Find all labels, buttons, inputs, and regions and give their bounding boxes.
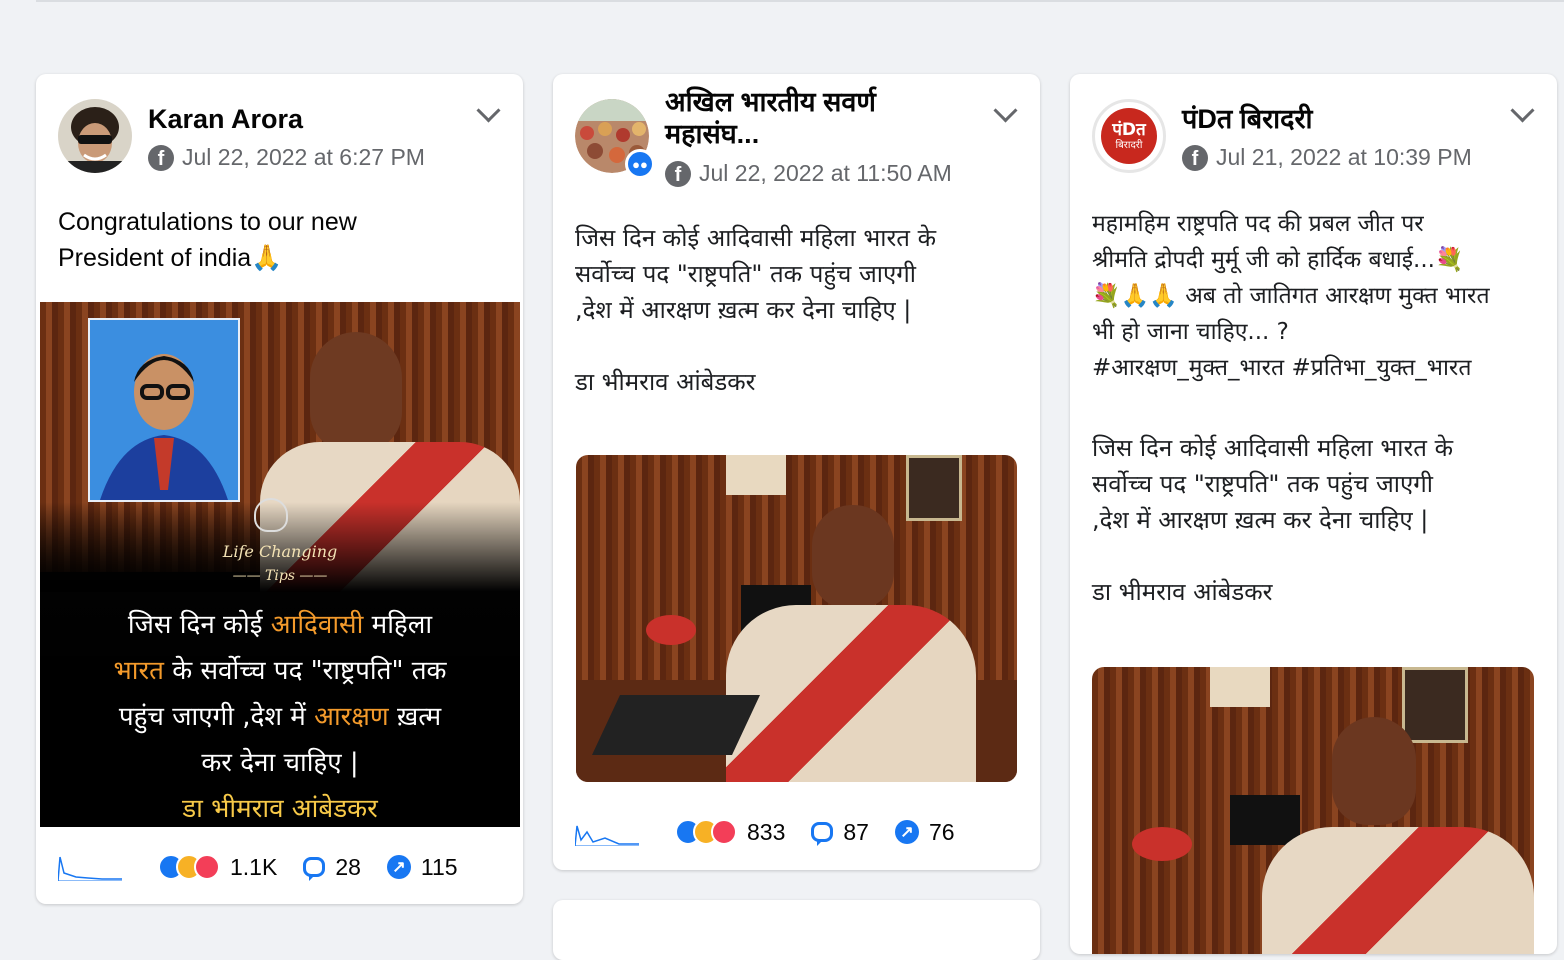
avatar[interactable] [58, 99, 132, 173]
flower-arrangement [1132, 827, 1192, 861]
person-head [812, 505, 894, 609]
post-card-partial [553, 900, 1040, 960]
image-quote: जिस दिन कोई आदिवासी महिला भारत के सर्वोच… [40, 602, 520, 827]
quoted-text: जिस दिन कोई आदिवासी महिला भारत के सर्वोच… [1092, 434, 1454, 606]
comment-icon [303, 857, 326, 881]
brand-line-2: —— Tips —— [232, 568, 328, 584]
love-icon [711, 819, 737, 845]
post-meta: f Jul 22, 2022 at 11:50 AM [665, 160, 952, 187]
author-name[interactable]: पंDत बिरादरी [1182, 102, 1313, 136]
chevron-down-icon[interactable] [1510, 98, 1535, 123]
computer-monitor [1230, 795, 1300, 845]
facebook-icon: f [148, 144, 174, 171]
post-text: महामहिम राष्ट्रपति पद की प्रबल जीत पर श्… [1092, 211, 1490, 381]
person-saree [1262, 827, 1534, 954]
author-name[interactable]: अखिल भारतीय सवर्ण महासंघ... [665, 86, 915, 150]
sparkline-icon [575, 825, 639, 846]
chevron-down-icon[interactable] [993, 98, 1018, 123]
reactions-count[interactable]: 833 [675, 819, 785, 846]
post-image[interactable] [1092, 667, 1534, 954]
post-meta: f Jul 22, 2022 at 6:27 PM [148, 144, 425, 171]
person-head [310, 332, 402, 452]
post-stats: 833 87 ↗ 76 [575, 815, 1020, 849]
post-stats: 1.1K 28 ↗ 115 [58, 850, 503, 884]
share-icon: ↗ [386, 855, 411, 879]
shares-count[interactable]: ↗ 115 [386, 854, 458, 881]
facebook-icon: f [1182, 144, 1208, 171]
sparkline-icon [58, 856, 122, 881]
author-name[interactable]: Karan Arora [148, 102, 303, 136]
wall-frame [1402, 667, 1468, 743]
wall-frame [1210, 667, 1270, 707]
post-date[interactable]: Jul 21, 2022 at 10:39 PM [1216, 144, 1472, 171]
reaction-icons [158, 854, 220, 880]
reactions-count[interactable]: 1.1K [158, 854, 277, 881]
post-card-karan-arora: Karan Arora f Jul 22, 2022 at 6:27 PM Co… [36, 74, 523, 904]
love-icon [194, 854, 220, 880]
shares-count[interactable]: ↗ 76 [894, 819, 955, 846]
wall-frame [906, 455, 962, 521]
lightbulb-icon [254, 498, 288, 532]
post-meta: f Jul 21, 2022 at 10:39 PM [1182, 144, 1472, 171]
reaction-icons [675, 819, 737, 845]
brand-logo: पंDत बिरादरी [1101, 108, 1157, 164]
post-image[interactable]: Life Changing —— Tips —— जिस दिन कोई आदि… [40, 302, 520, 827]
group-icon: ●● [625, 149, 655, 179]
top-divider [36, 0, 1564, 2]
post-card-sawarna-mahasangh: ●● अखिल भारतीय सवर्ण महासंघ... f Jul 22,… [553, 74, 1040, 870]
avatar[interactable]: पंDत बिरादरी [1092, 99, 1166, 173]
wall-frame [726, 455, 786, 495]
post-card-pandat-biradari: पंDत बिरादरी पंDत बिरादरी f Jul 21, 2022… [1070, 74, 1557, 954]
brand-line-1: Life Changing [222, 542, 338, 561]
comment-icon [811, 822, 834, 846]
share-icon: ↗ [894, 820, 919, 844]
comments-count[interactable]: 28 [303, 854, 361, 881]
image-attribution: डा भीमराव आंबेडकर [182, 794, 378, 824]
portrait-frame [88, 318, 240, 502]
person-head [1332, 717, 1416, 825]
flower-arrangement [646, 615, 696, 645]
person-saree [726, 605, 976, 782]
desk-device [592, 695, 760, 755]
post-text: जिस दिन कोई आदिवासी महिला भारत के सर्वोच… [575, 224, 937, 396]
chevron-down-icon[interactable] [476, 98, 501, 123]
facebook-icon: f [665, 160, 691, 187]
comments-count[interactable]: 87 [811, 819, 869, 846]
post-image[interactable] [576, 455, 1017, 782]
post-date[interactable]: Jul 22, 2022 at 11:50 AM [699, 160, 952, 187]
post-date[interactable]: Jul 22, 2022 at 6:27 PM [182, 144, 425, 171]
avatar[interactable]: ●● [575, 99, 655, 179]
post-text: Congratulations to our new President of … [58, 208, 357, 272]
